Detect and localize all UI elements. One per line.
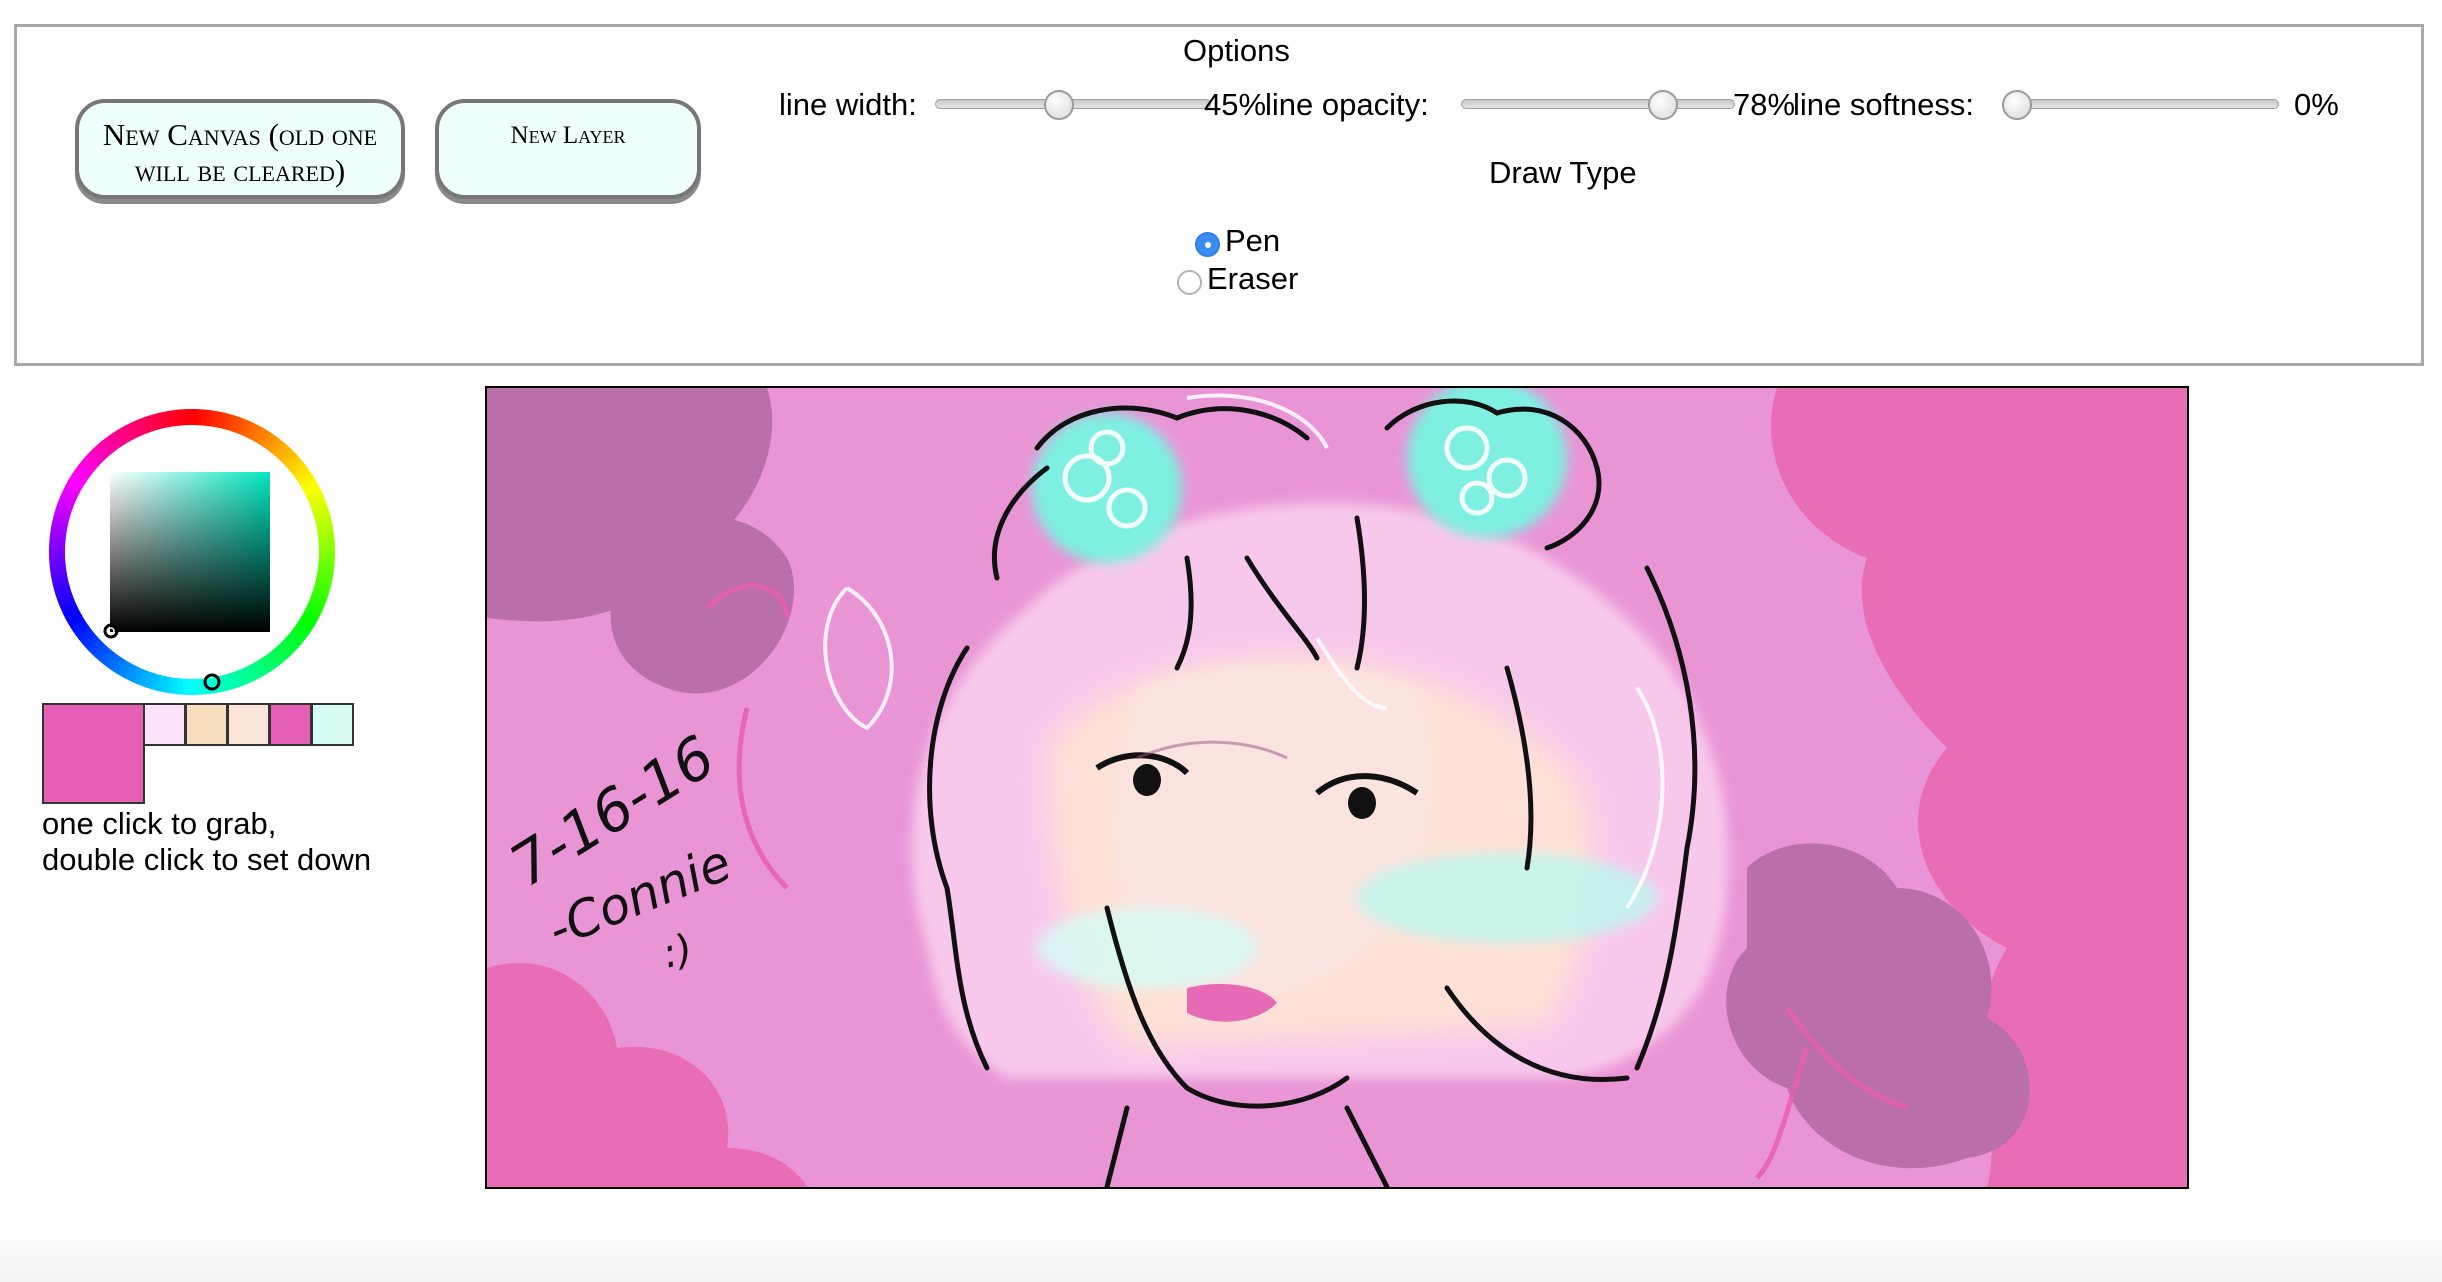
pen-radio-label[interactable]: Pen: [1225, 223, 1280, 259]
palette-swatch[interactable]: [185, 703, 228, 746]
pen-radio[interactable]: [1195, 232, 1220, 257]
current-color-swatch[interactable]: [42, 703, 145, 804]
line-softness-slider[interactable]: [2002, 90, 2279, 120]
options-panel: Options New Canvas (old one will be clea…: [14, 24, 2424, 366]
draw-type-label: Draw Type: [1489, 155, 1637, 190]
palette-swatch[interactable]: [227, 703, 270, 746]
palette-hint: one click to grab, double click to set d…: [42, 806, 372, 877]
line-opacity-slider-thumb[interactable]: [1648, 90, 1678, 120]
page-footer-bar: [0, 1225, 2442, 1282]
line-opacity-slider[interactable]: [1461, 90, 1735, 120]
signature: 7-16-16 -Connie :): [498, 722, 739, 977]
palette-swatch[interactable]: [311, 703, 354, 746]
line-width-slider-thumb[interactable]: [1044, 90, 1074, 120]
line-softness-value: 0%: [2294, 87, 2339, 122]
line-softness-label: line softness:: [1793, 87, 1974, 122]
palette-swatch[interactable]: [143, 703, 186, 746]
color-wheel[interactable]: [42, 402, 342, 702]
line-width-slider[interactable]: [935, 90, 1211, 120]
line-width-label: line width:: [779, 87, 917, 122]
eraser-radio-label[interactable]: Eraser: [1207, 261, 1298, 297]
line-opacity-value: 78%: [1733, 87, 1796, 122]
options-legend: Options: [1177, 33, 1296, 69]
line-opacity-label: line opacity:: [1265, 87, 1429, 122]
eraser-radio[interactable]: [1177, 270, 1202, 295]
new-canvas-button[interactable]: New Canvas (old one will be cleared): [75, 99, 405, 199]
line-width-value: 45%: [1204, 87, 1267, 122]
svg-text::): :): [658, 926, 698, 978]
palette-swatch[interactable]: [269, 703, 312, 746]
drawing-canvas[interactable]: 7-16-16 -Connie :): [485, 386, 2189, 1189]
canvas-artwork: 7-16-16 -Connie :): [487, 388, 2187, 1187]
line-softness-slider-thumb[interactable]: [2002, 90, 2032, 120]
new-layer-button[interactable]: New Layer: [435, 99, 701, 199]
